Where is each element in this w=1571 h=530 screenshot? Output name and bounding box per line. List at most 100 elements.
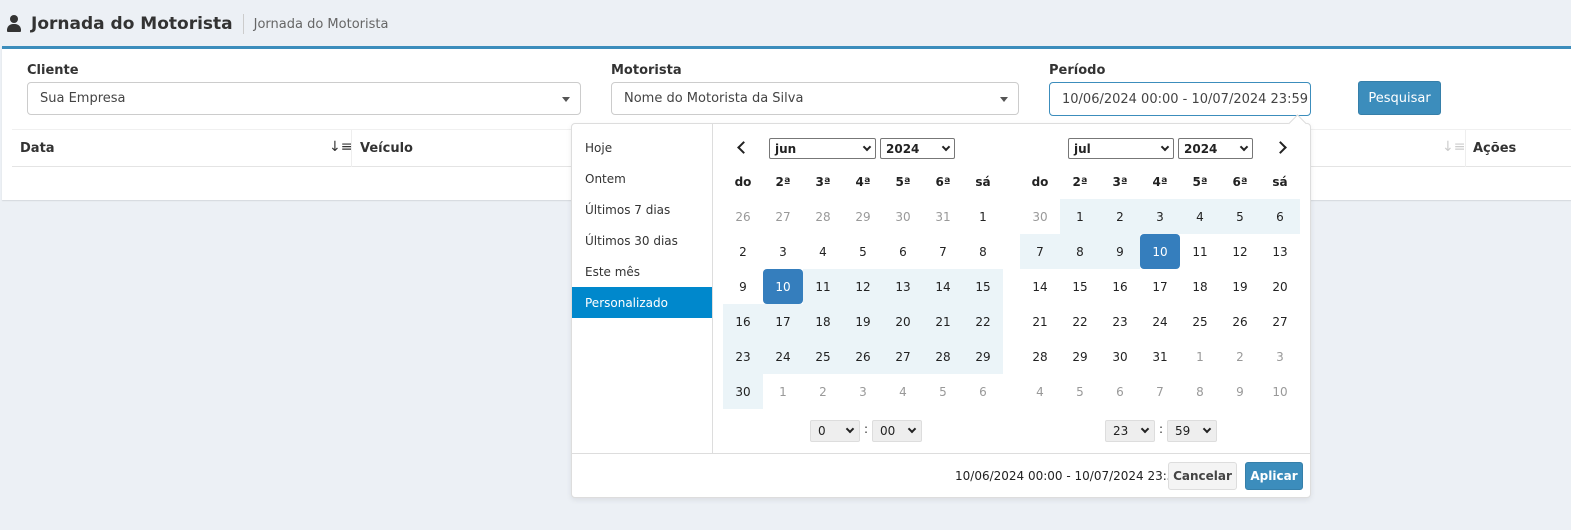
range-ontem[interactable]: Ontem: [572, 163, 712, 194]
next-month-icon[interactable]: [1274, 141, 1287, 154]
calendar-day[interactable]: 17: [1140, 269, 1180, 304]
month-select-right[interactable]: jul: [1068, 138, 1174, 159]
calendar-day[interactable]: 9: [723, 269, 763, 304]
search-button[interactable]: Pesquisar: [1358, 81, 1441, 115]
calendar-day[interactable]: 18: [1180, 269, 1220, 304]
calendar-day[interactable]: 28: [803, 199, 843, 234]
calendar-day[interactable]: 4: [1180, 199, 1220, 234]
year-select-left[interactable]: 2024: [880, 138, 955, 159]
calendar-day[interactable]: 20: [883, 304, 923, 339]
calendar-day[interactable]: 13: [1260, 234, 1300, 269]
calendar-day[interactable]: 30: [1100, 339, 1140, 374]
calendar-day[interactable]: 7: [1020, 234, 1060, 269]
calendar-day[interactable]: 29: [843, 199, 883, 234]
calendar-day[interactable]: 14: [1020, 269, 1060, 304]
calendar-day[interactable]: 5: [923, 374, 963, 409]
calendar-day[interactable]: 21: [923, 304, 963, 339]
calendar-day[interactable]: 7: [923, 234, 963, 269]
prev-month-icon[interactable]: [737, 141, 750, 154]
calendar-day[interactable]: 3: [1260, 339, 1300, 374]
year-select-right[interactable]: 2024: [1178, 138, 1253, 159]
calendar-day[interactable]: 1: [963, 199, 1003, 234]
calendar-day[interactable]: 26: [723, 199, 763, 234]
calendar-day[interactable]: 4: [803, 234, 843, 269]
calendar-day[interactable]: 2: [1220, 339, 1260, 374]
calendar-day[interactable]: 3: [843, 374, 883, 409]
minute-select-left[interactable]: 00: [872, 420, 922, 442]
calendar-day[interactable]: 26: [1220, 304, 1260, 339]
calendar-day[interactable]: 24: [1140, 304, 1180, 339]
calendar-day[interactable]: 6: [883, 234, 923, 269]
calendar-day[interactable]: 2: [723, 234, 763, 269]
column-header-veiculo[interactable]: Veículo: [352, 130, 572, 167]
calendar-day[interactable]: 15: [1060, 269, 1100, 304]
calendar-day[interactable]: 22: [963, 304, 1003, 339]
sort-desc-icon[interactable]: ↓≡: [329, 139, 352, 155]
month-select-left[interactable]: jun: [769, 138, 876, 159]
calendar-day[interactable]: 4: [883, 374, 923, 409]
apply-button[interactable]: Aplicar: [1245, 462, 1303, 490]
calendar-day[interactable]: 8: [963, 234, 1003, 269]
calendar-day[interactable]: 5: [1220, 199, 1260, 234]
hour-select-left[interactable]: 0: [810, 420, 860, 442]
calendar-day[interactable]: 19: [843, 304, 883, 339]
calendar-day[interactable]: 1: [1060, 199, 1100, 234]
calendar-day[interactable]: 1: [763, 374, 803, 409]
range-personalizado[interactable]: Personalizado: [572, 287, 712, 318]
calendar-day[interactable]: 1: [1180, 339, 1220, 374]
calendar-day[interactable]: 23: [1100, 304, 1140, 339]
calendar-day[interactable]: 29: [963, 339, 1003, 374]
hour-select-right[interactable]: 23: [1105, 420, 1155, 442]
calendar-day[interactable]: 2: [803, 374, 843, 409]
calendar-day[interactable]: 8: [1180, 374, 1220, 409]
calendar-day[interactable]: 21: [1020, 304, 1060, 339]
calendar-day[interactable]: 3: [763, 234, 803, 269]
minute-select-right[interactable]: 59: [1167, 420, 1217, 442]
calendar-day[interactable]: 30: [1020, 199, 1060, 234]
calendar-day[interactable]: 4: [1020, 374, 1060, 409]
calendar-day[interactable]: 31: [923, 199, 963, 234]
range-ultimos-7-dias[interactable]: Últimos 7 dias: [572, 194, 712, 225]
sort-icon[interactable]: ↓≡: [1442, 139, 1465, 155]
calendar-day[interactable]: 11: [1180, 234, 1220, 269]
calendar-day[interactable]: 14: [923, 269, 963, 304]
column-header-data[interactable]: Data: [12, 130, 352, 167]
motorista-select[interactable]: Nome do Motorista da Silva: [611, 82, 1019, 115]
range-este-mes[interactable]: Este mês: [572, 256, 712, 287]
calendar-day[interactable]: 27: [1260, 304, 1300, 339]
calendar-day[interactable]: 28: [923, 339, 963, 374]
calendar-day[interactable]: 11: [803, 269, 843, 304]
range-ultimos-30-dias[interactable]: Últimos 30 dias: [572, 225, 712, 256]
calendar-day[interactable]: 10: [1260, 374, 1300, 409]
calendar-day[interactable]: 25: [803, 339, 843, 374]
calendar-day[interactable]: 18: [803, 304, 843, 339]
calendar-day[interactable]: 12: [843, 269, 883, 304]
calendar-day[interactable]: 2: [1100, 199, 1140, 234]
calendar-day[interactable]: 17: [763, 304, 803, 339]
calendar-day[interactable]: 30: [723, 374, 763, 409]
calendar-day[interactable]: 20: [1260, 269, 1300, 304]
calendar-day[interactable]: 26: [843, 339, 883, 374]
range-hoje[interactable]: Hoje: [572, 132, 712, 163]
calendar-day[interactable]: 3: [1140, 199, 1180, 234]
calendar-day[interactable]: 19: [1220, 269, 1260, 304]
calendar-day[interactable]: 6: [963, 374, 1003, 409]
calendar-day[interactable]: 15: [963, 269, 1003, 304]
calendar-day[interactable]: 28: [1020, 339, 1060, 374]
calendar-day[interactable]: 27: [883, 339, 923, 374]
calendar-day[interactable]: 8: [1060, 234, 1100, 269]
calendar-day[interactable]: 9: [1220, 374, 1260, 409]
calendar-day[interactable]: 6: [1100, 374, 1140, 409]
calendar-day-selected[interactable]: 10: [763, 269, 803, 304]
calendar-day[interactable]: 24: [763, 339, 803, 374]
calendar-day[interactable]: 13: [883, 269, 923, 304]
calendar-day[interactable]: 16: [723, 304, 763, 339]
cancel-button[interactable]: Cancelar: [1168, 462, 1237, 490]
calendar-day[interactable]: 25: [1180, 304, 1220, 339]
calendar-day[interactable]: 23: [723, 339, 763, 374]
calendar-day[interactable]: 16: [1100, 269, 1140, 304]
periodo-input[interactable]: 10/06/2024 00:00 - 10/07/2024 23:59: [1049, 82, 1311, 116]
calendar-day[interactable]: 5: [1060, 374, 1100, 409]
calendar-day[interactable]: 12: [1220, 234, 1260, 269]
cliente-select[interactable]: Sua Empresa: [27, 82, 581, 115]
